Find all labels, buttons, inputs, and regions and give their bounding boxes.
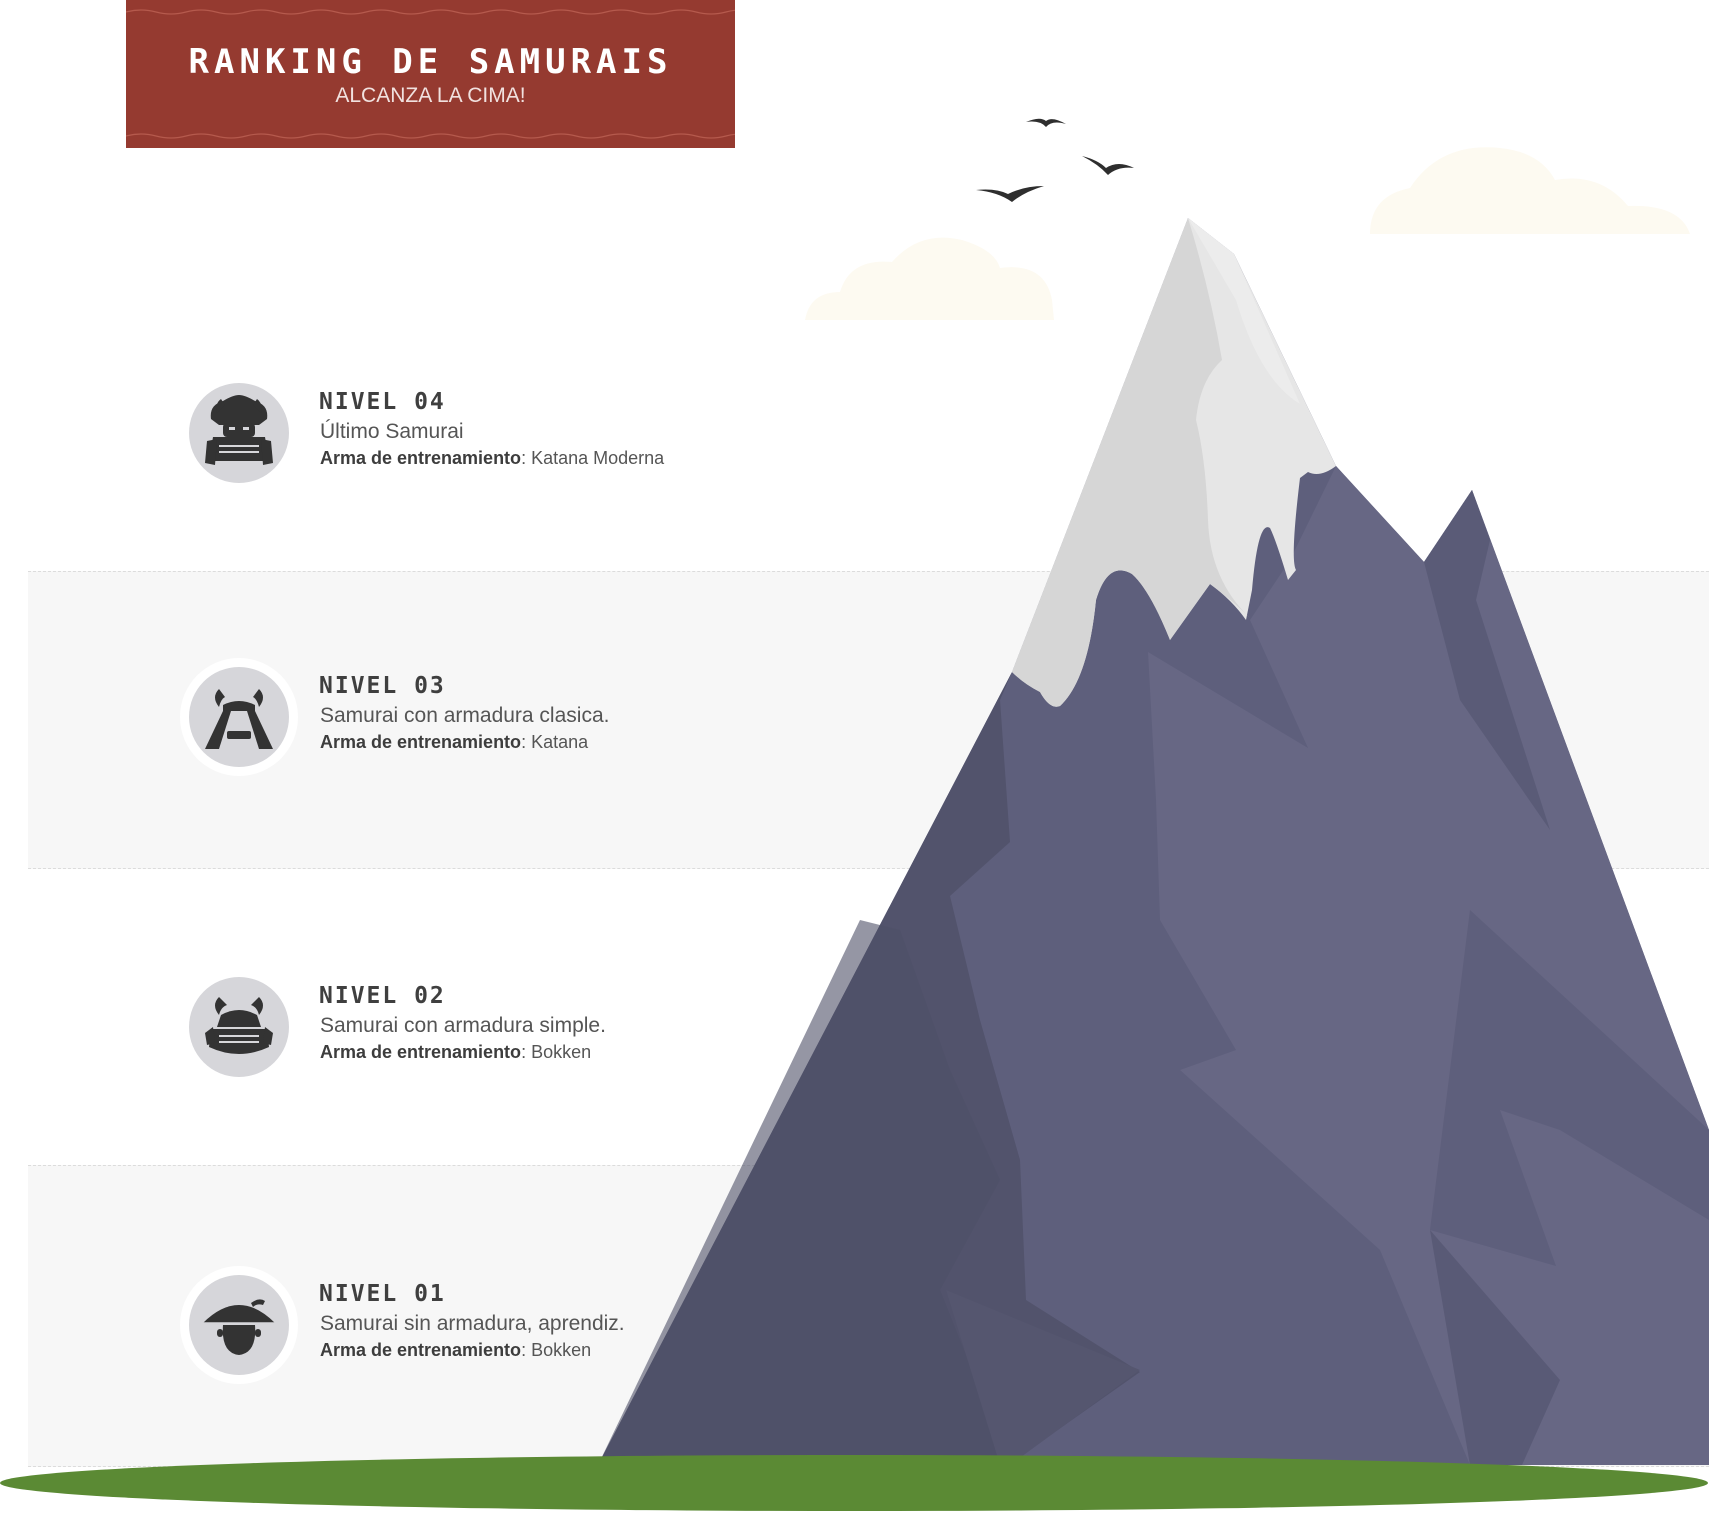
- cloud-right-icon: [1370, 147, 1690, 234]
- level-2-row: NIVEL 02 Samurai con armadura simple. Ar…: [180, 968, 700, 1098]
- level-4-weapon: Arma de entrenamiento: Katana Moderna: [320, 448, 664, 469]
- cloud-left-icon: [805, 237, 1054, 320]
- weapon-label: Arma de entrenamiento: [320, 732, 522, 752]
- weapon-label: Arma de entrenamiento: [320, 1042, 522, 1062]
- level-3-row: NIVEL 03 Samurai con armadura clasica. A…: [180, 658, 700, 788]
- level-4-row: NIVEL 04 Último Samurai Arma de entrenam…: [180, 374, 700, 504]
- level-2-description: Samurai con armadura simple.: [320, 1014, 606, 1037]
- weapon-value: : Bokken: [521, 1042, 592, 1062]
- level-2-title: NIVEL 02: [319, 983, 446, 1009]
- weapon-value: : Katana: [521, 732, 589, 752]
- birds-icon: [976, 118, 1134, 202]
- level-1-title: NIVEL 01: [319, 1281, 446, 1307]
- weapon-label: Arma de entrenamiento: [320, 448, 522, 468]
- samurai-helmet-icon: [205, 689, 273, 749]
- samurai-simple-armor-icon: [205, 997, 273, 1054]
- level-2-badge: [180, 968, 298, 1086]
- grass-ground: [0, 1455, 1708, 1511]
- level-1-description: Samurai sin armadura, aprendiz.: [320, 1312, 625, 1335]
- level-3-title: NIVEL 03: [319, 673, 446, 699]
- level-2-weapon: Arma de entrenamiento: Bokken: [320, 1042, 591, 1063]
- apprentice-hat-icon: [203, 1299, 275, 1355]
- samurai-full-armor-icon: [205, 395, 273, 465]
- level-4-badge: [180, 374, 298, 492]
- weapon-value: : Katana Moderna: [521, 448, 665, 468]
- level-3-weapon: Arma de entrenamiento: Katana: [320, 732, 588, 753]
- level-4-title: NIVEL 04: [319, 389, 446, 415]
- level-1-badge: [180, 1266, 298, 1384]
- weapon-value: : Bokken: [521, 1340, 592, 1360]
- weapon-label: Arma de entrenamiento: [320, 1340, 522, 1360]
- level-1-weapon: Arma de entrenamiento: Bokken: [320, 1340, 591, 1361]
- level-3-description: Samurai con armadura clasica.: [320, 704, 610, 727]
- level-4-description: Último Samurai: [320, 420, 464, 443]
- level-3-badge: [180, 658, 298, 776]
- level-1-row: NIVEL 01 Samurai sin armadura, aprendiz.…: [180, 1266, 700, 1396]
